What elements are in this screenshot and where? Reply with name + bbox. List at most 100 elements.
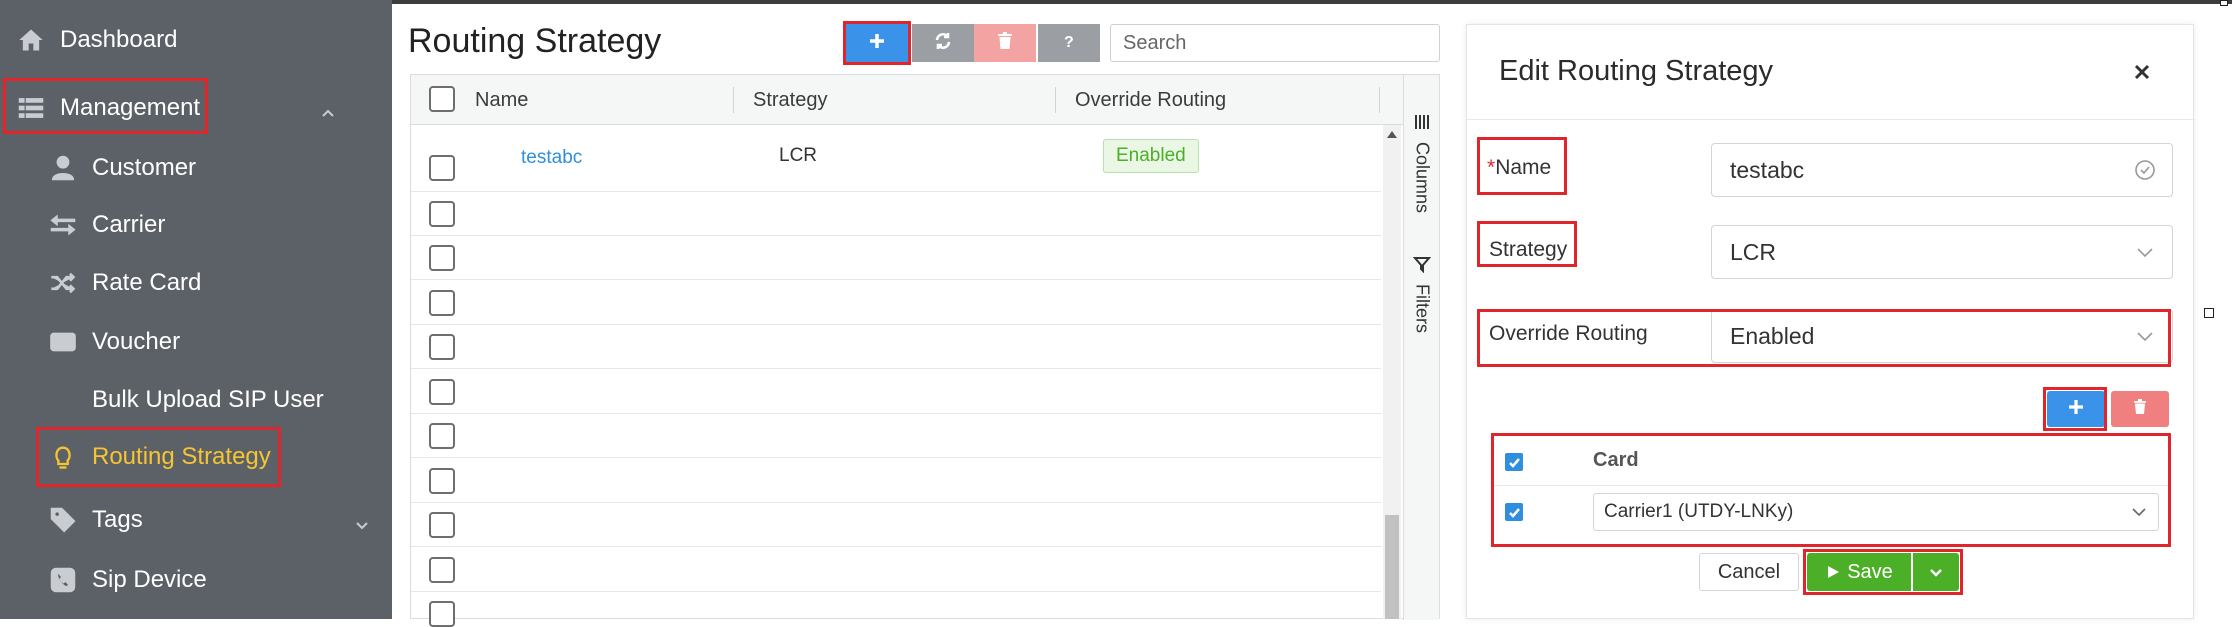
tag-icon [46, 503, 80, 537]
help-button[interactable]: ? [1038, 24, 1100, 62]
row-checkbox[interactable] [429, 334, 455, 360]
column-header-name[interactable]: Name [475, 75, 528, 125]
row-checkbox[interactable] [429, 290, 455, 316]
highlight-box-routing-strategy [36, 427, 281, 487]
highlight-box-add-button [843, 21, 911, 65]
sidebar-item-label: Customer [92, 154, 197, 181]
phone-icon [46, 563, 80, 597]
home-icon [14, 23, 48, 57]
name-field-value: testabc [1730, 156, 1805, 183]
shuffle-icon [46, 266, 80, 300]
row-checkbox[interactable] [429, 379, 455, 405]
column-header-override-routing[interactable]: Override Routing [1075, 75, 1226, 125]
sidebar-item-rate-card[interactable]: Rate Card [46, 261, 376, 305]
chevron-up-icon [320, 100, 336, 117]
user-icon [46, 151, 80, 185]
trash-icon [995, 31, 1015, 56]
row-divider [411, 502, 1381, 503]
chevron-down-icon [2134, 241, 2156, 263]
filters-tab-label: Filters [1412, 284, 1433, 333]
check-circle-icon [2134, 159, 2156, 181]
row-divider [411, 457, 1381, 458]
row-name-link[interactable]: testabc [521, 143, 582, 173]
column-header-strategy[interactable]: Strategy [753, 75, 827, 125]
highlight-box-management [3, 78, 208, 134]
columns-tab[interactable]: Columns [1404, 113, 1440, 213]
grid-side-panel: Columns Filters [1403, 75, 1439, 620]
sidebar-item-dashboard[interactable]: Dashboard [14, 18, 374, 62]
row-divider [411, 235, 1381, 236]
sidebar-item-label: Sip Device [92, 566, 207, 593]
sidebar-item-label: Bulk Upload SIP User [92, 386, 324, 413]
close-icon[interactable] [2131, 61, 2153, 83]
vertical-scrollbar[interactable] [1383, 125, 1401, 619]
search-input[interactable] [1110, 24, 1440, 62]
highlight-box-card-table [1491, 433, 2171, 547]
highlight-box-override-routing [1477, 309, 2171, 367]
sidebar-item-label: Rate Card [92, 269, 202, 296]
column-separator[interactable] [1055, 87, 1056, 113]
name-field[interactable]: testabc [1711, 143, 2173, 197]
row-divider [411, 413, 1381, 414]
chevron-down-icon [354, 512, 370, 530]
refresh-icon [933, 31, 953, 56]
delete-button[interactable] [974, 24, 1036, 62]
cancel-button[interactable]: Cancel [1699, 553, 1799, 591]
row-checkbox[interactable] [429, 601, 455, 627]
row-divider [411, 324, 1381, 325]
status-badge: Enabled [1103, 139, 1199, 173]
resize-handle[interactable] [2220, 0, 2228, 6]
edit-routing-strategy-panel: Edit Routing Strategy * Name testabc Stra… [1466, 24, 2195, 619]
resize-handle[interactable] [2204, 308, 2214, 318]
row-divider [411, 279, 1381, 280]
row-checkbox[interactable] [429, 512, 455, 538]
page-title: Routing Strategy [408, 22, 662, 60]
row-checkbox[interactable] [429, 468, 455, 494]
sidebar-item-label: Dashboard [60, 26, 178, 53]
row-checkbox[interactable] [429, 423, 455, 449]
highlight-box-save-button [1803, 549, 1963, 595]
trash-icon [2131, 398, 2149, 421]
delete-card-button[interactable] [2111, 391, 2169, 427]
sidebar-item-bulk-upload-sip-user[interactable]: Bulk Upload SIP User [46, 378, 376, 422]
strategy-select[interactable]: LCR [1711, 225, 2173, 279]
row-checkbox[interactable] [429, 155, 455, 181]
strategy-select-value: LCR [1730, 238, 1777, 265]
row-checkbox[interactable] [429, 201, 455, 227]
row-divider [411, 191, 1381, 192]
scroll-up-arrow-icon[interactable] [1387, 131, 1397, 138]
credit-card-icon [46, 325, 80, 359]
columns-tab-label: Columns [1412, 142, 1433, 214]
sidebar-item-label: Carrier [92, 211, 166, 238]
arrows-icon [46, 208, 80, 242]
row-divider [411, 591, 1381, 592]
scrollbar-thumb[interactable] [1385, 515, 1399, 619]
row-checkbox[interactable] [429, 245, 455, 271]
sidebar-item-voucher[interactable]: Voucher [46, 320, 376, 364]
row-divider [411, 368, 1381, 369]
top-border [392, 0, 2232, 4]
filter-icon [1412, 255, 1432, 278]
sidebar-item-tags[interactable]: Tags [46, 498, 376, 542]
refresh-button[interactable] [912, 24, 974, 62]
sidebar-item-customer[interactable]: Customer [46, 146, 376, 190]
row-divider [411, 546, 1381, 547]
sidebar: Dashboard Management Customer Carrier Ra… [0, 0, 392, 619]
filters-tab[interactable]: Filters [1404, 255, 1440, 333]
highlight-box-strategy-label [1477, 221, 1577, 267]
sidebar-item-carrier[interactable]: Carrier [46, 203, 376, 247]
routing-strategy-grid: Name Strategy Override Routing testabc L… [410, 74, 1440, 627]
divider [1467, 119, 2195, 120]
question-icon: ? [1059, 31, 1079, 56]
svg-text:?: ? [1064, 34, 1074, 51]
sidebar-item-sip-device[interactable]: Sip Device [46, 558, 376, 602]
sidebar-item-label: Voucher [92, 328, 181, 355]
columns-icon [1413, 113, 1431, 136]
column-separator[interactable] [733, 87, 734, 113]
column-separator[interactable] [1379, 87, 1380, 113]
select-all-checkbox[interactable] [429, 86, 455, 112]
grid-header: Name Strategy Override Routing [411, 75, 1439, 125]
row-checkbox[interactable] [429, 557, 455, 583]
row-strategy: LCR [779, 145, 818, 166]
sidebar-item-label: Tags [92, 506, 143, 533]
